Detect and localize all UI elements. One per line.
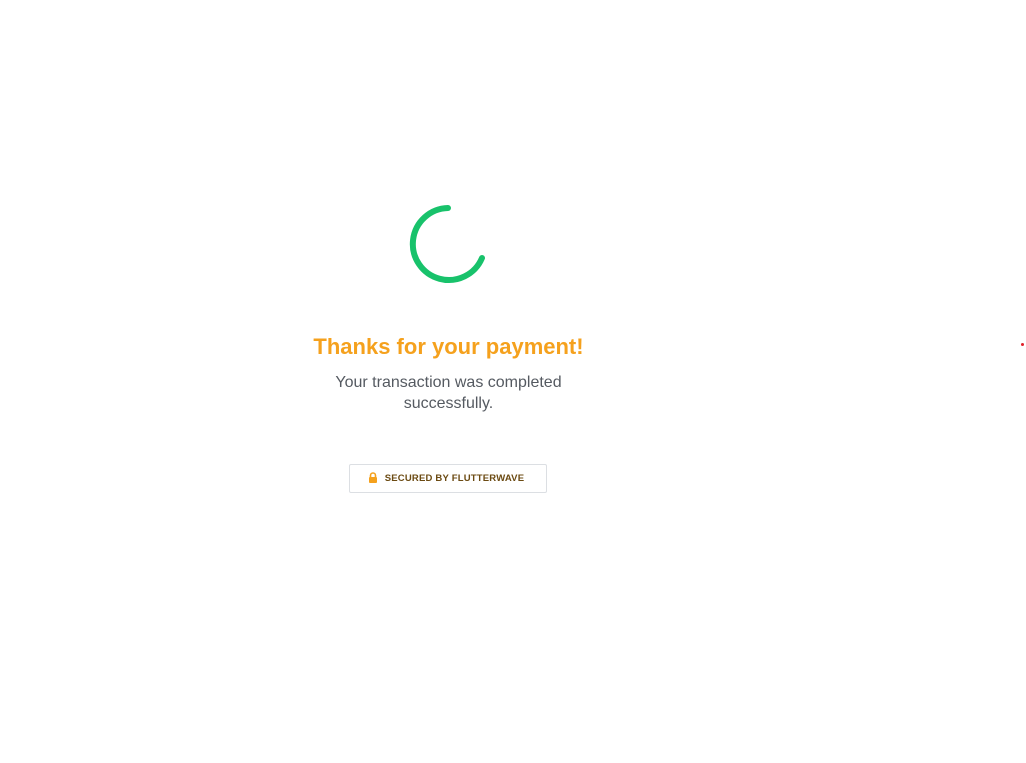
loading-spinner-icon — [409, 205, 485, 283]
secured-by-label: SECURED BY FLUTTERWAVE — [384, 473, 525, 484]
confirmation-title: Thanks for your payment! — [313, 334, 584, 359]
lock-icon — [368, 472, 377, 483]
edge-dot — [1021, 343, 1024, 346]
secured-by-badge[interactable]: SECURED BY FLUTTERWAVE — [349, 464, 547, 493]
confirmation-message: Your transaction was completed successfu… — [335, 374, 562, 412]
payment-confirmation-page: Thanks for your payment! Your transactio… — [0, 0, 1026, 763]
